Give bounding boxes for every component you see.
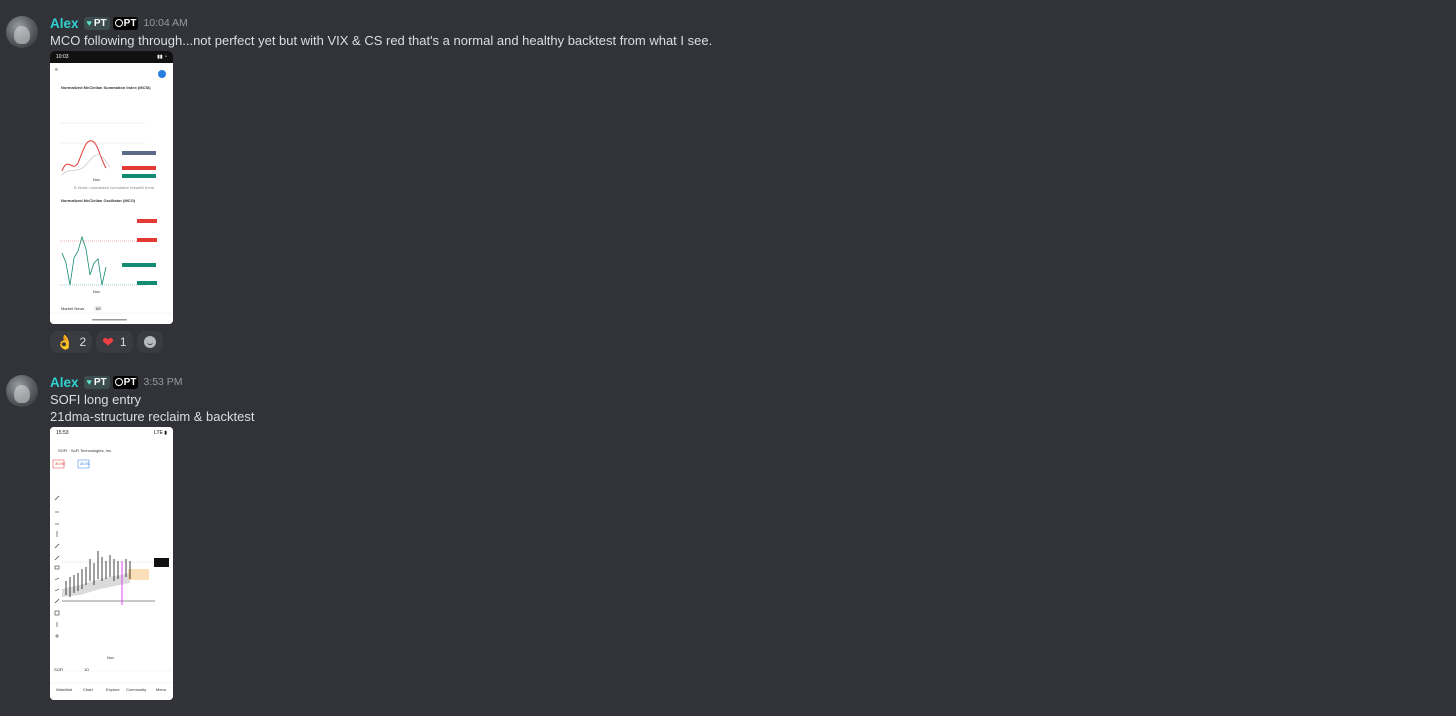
- reactions-bar: 👌 2 ❤ 1: [50, 331, 163, 353]
- phone-status-bar: 10:03 ▮▮ ◔: [50, 51, 173, 63]
- svg-text:≡: ≡: [55, 67, 58, 73]
- username[interactable]: Alex: [50, 375, 79, 390]
- ring-icon: [114, 19, 123, 27]
- ticker-title: SOFI · SoFi Technologies, Inc.: [58, 448, 113, 453]
- avatar[interactable]: [6, 16, 38, 48]
- message-text-line-2: 21dma-structure reclaim & backtest: [50, 409, 255, 424]
- market-news-badge: 69: [94, 306, 103, 311]
- price-left: 30.90: [55, 461, 66, 466]
- chart2-axis: Nov: [93, 289, 101, 294]
- market-news-label: Market News: [61, 306, 85, 311]
- message-text-line-1: SOFI long entry: [50, 392, 142, 407]
- sofi-price-chart: [50, 439, 173, 700]
- nav-watchlist: Watchlist: [56, 687, 73, 692]
- heart-icon: ♥: [86, 377, 92, 387]
- nav-explore: Explore: [106, 687, 120, 692]
- red-heart-icon: ❤: [102, 334, 114, 350]
- timestamp: 10:04 AM: [143, 17, 188, 29]
- interval-label: 1D: [84, 667, 90, 672]
- reaction-count: 2: [79, 335, 87, 349]
- chart-axis: Nov: [107, 655, 115, 660]
- chart1-axis: Nov: [93, 177, 101, 182]
- ring-icon: [114, 378, 123, 386]
- message-header: Alex ♥ PT PT 3:53 PM: [50, 373, 183, 391]
- price-right: 30.91: [80, 461, 91, 466]
- nav-community: Community: [126, 687, 147, 692]
- ok-hand-icon: 👌: [56, 334, 74, 350]
- phone-status-bar: 15:53 LTE ▮: [50, 427, 173, 439]
- reaction-ok-hand[interactable]: 👌 2: [50, 331, 93, 353]
- chart1-title: Normalized McClellan Summation Index (MC…: [61, 85, 151, 90]
- role-tag[interactable]: ♥ PT: [83, 16, 110, 30]
- add-reaction-icon: [143, 336, 156, 348]
- reaction-count: 1: [119, 335, 127, 349]
- server-tag[interactable]: PT: [112, 16, 139, 30]
- role-tag[interactable]: ♥ PT: [83, 375, 110, 389]
- server-tag[interactable]: PT: [112, 375, 139, 389]
- attachment-image[interactable]: 15:53 LTE ▮ SOFI · SoFi Technologies, In…: [50, 427, 173, 700]
- heart-icon: ♥: [86, 18, 92, 28]
- chart1-note: B Illustr. normalized cumulative breadth…: [74, 185, 155, 190]
- timestamp: 3:53 PM: [143, 376, 183, 388]
- reaction-red-heart[interactable]: ❤ 1: [96, 331, 133, 353]
- avatar[interactable]: [6, 375, 38, 407]
- nav-chart: Chart: [83, 687, 93, 692]
- message-header: Alex ♥ PT PT 10:04 AM: [50, 14, 188, 32]
- add-reaction-button[interactable]: [136, 331, 163, 353]
- mcsi-mco-chart: ≡: [50, 63, 173, 324]
- attachment-image[interactable]: 10:03 ▮▮ ◔ ≡ Normalized McClellan Summat…: [50, 51, 173, 324]
- nav-menu: Menu: [156, 687, 167, 692]
- symbol-label: SOFI: [54, 667, 64, 672]
- chart2-title: Normalized McClellan Oscillator (MCO): [61, 198, 136, 203]
- message-text: MCO following through...not perfect yet …: [50, 33, 713, 48]
- username[interactable]: Alex: [50, 16, 79, 31]
